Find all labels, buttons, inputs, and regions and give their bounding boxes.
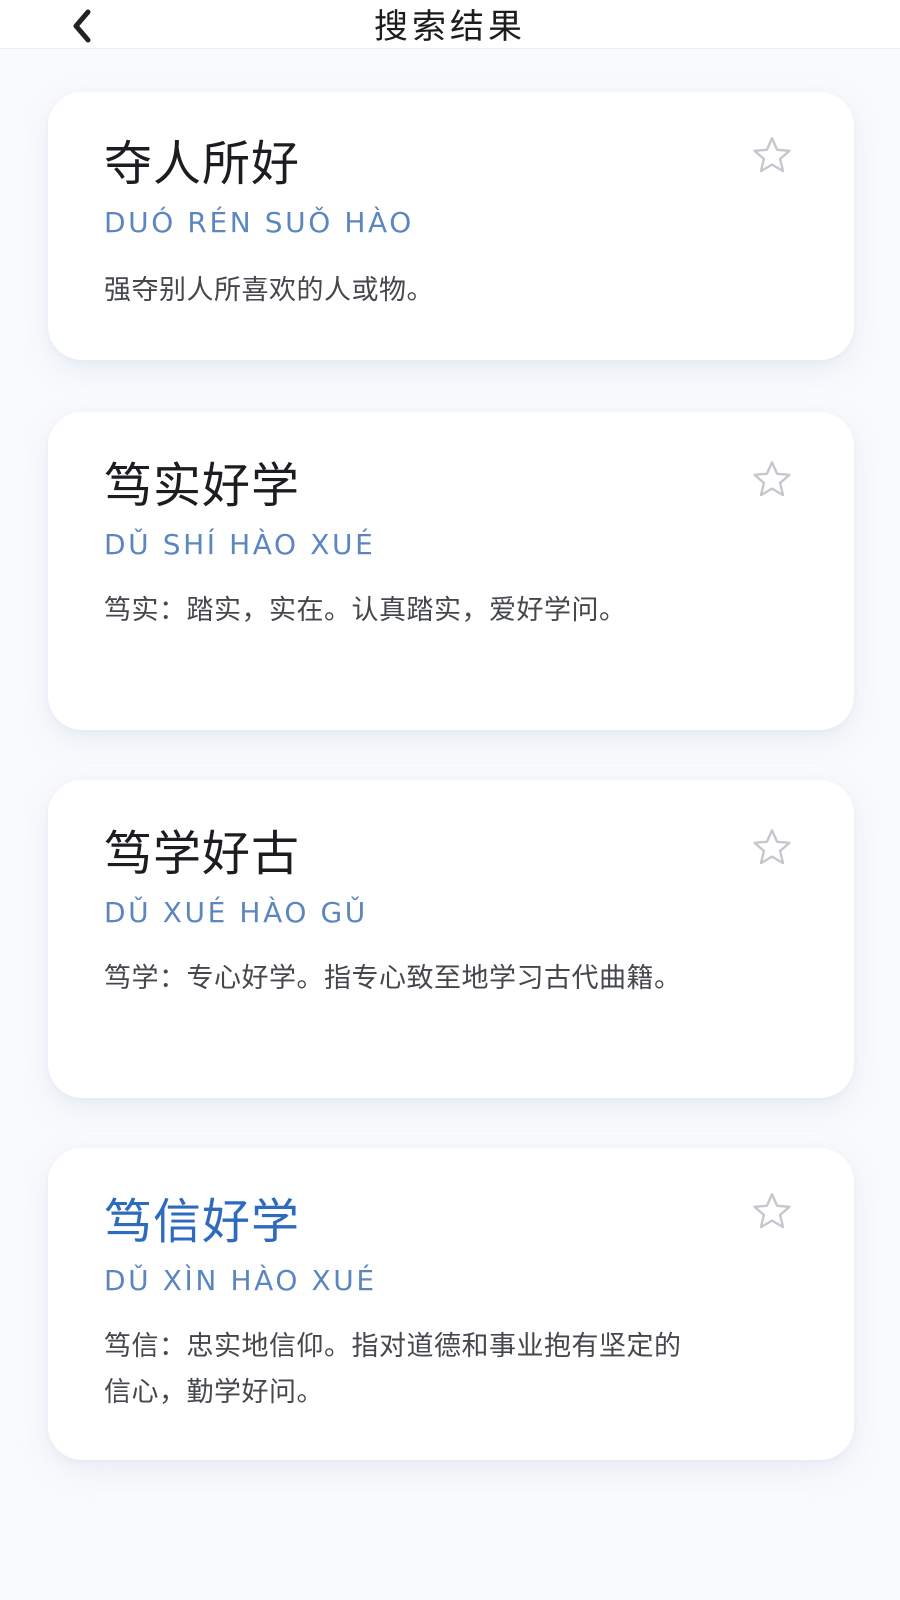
idiom-word: 笃学好古 (104, 826, 301, 882)
idiom-meaning: 笃实：踏实，实在。认真踏实，爱好学问。 (104, 595, 627, 626)
result-card[interactable]: 笃信好学 DǓ XÌN HÀO XUÉ 笃信：忠实地信仰。指对道德和事业抱有坚定… (48, 1148, 854, 1460)
idiom-word: 笃实好学 (104, 458, 301, 514)
idiom-word: 夺人所好 (104, 136, 301, 192)
page-title: 搜索结果 (374, 7, 526, 47)
favorite-star-icon[interactable] (750, 458, 794, 502)
idiom-pinyin: DǓ XÌN HÀO XUÉ (104, 1264, 377, 1297)
top-nav-bar: 搜索结果 (0, 0, 900, 49)
idiom-meaning: 笃信：忠实地信仰。指对道德和事业抱有坚定的信心，勤学好问。 (104, 1331, 682, 1408)
favorite-star-icon[interactable] (750, 1190, 794, 1234)
idiom-meaning: 笃学：专心好学。指专心致至地学习古代曲籍。 (104, 963, 682, 994)
idiom-word: 笃信好学 (104, 1194, 301, 1250)
result-card[interactable]: 笃学好古 DǓ XUÉ HÀO GǓ 笃学：专心好学。指专心致至地学习古代曲籍。 (48, 780, 854, 1098)
favorite-star-icon[interactable] (750, 134, 794, 178)
idiom-pinyin: DUÓ RÉN SUǑ HÀO (104, 206, 414, 239)
result-card[interactable]: 夺人所好 DUÓ RÉN SUǑ HÀO 强夺别人所喜欢的人或物。 (48, 92, 854, 360)
idiom-meaning: 强夺别人所喜欢的人或物。 (104, 275, 434, 306)
idiom-pinyin: DǓ SHÍ HÀO XUÉ (104, 528, 376, 561)
idiom-pinyin: DǓ XUÉ HÀO GǓ (104, 896, 368, 929)
favorite-star-icon[interactable] (750, 826, 794, 870)
result-card[interactable]: 笃实好学 DǓ SHÍ HÀO XUÉ 笃实：踏实，实在。认真踏实，爱好学问。 (48, 412, 854, 730)
